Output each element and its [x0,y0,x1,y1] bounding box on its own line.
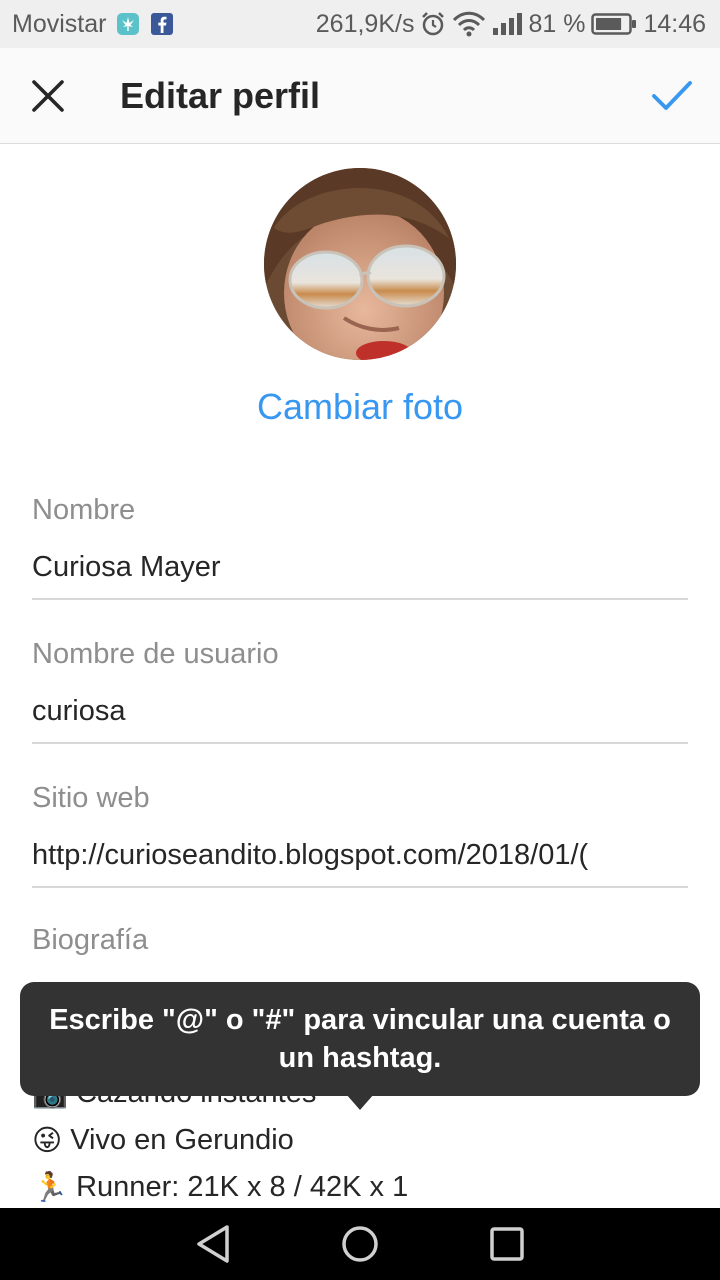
website-label: Sitio web [32,782,150,814]
name-field[interactable]: Nombre Curiosa Mayer [32,494,688,600]
clock: 14:46 [643,9,706,38]
battery-icon [591,12,637,36]
page-title: Editar perfil [120,74,321,116]
facebook-icon [150,12,174,36]
name-label: Nombre [32,494,136,526]
name-input[interactable]: Curiosa Mayer [32,551,688,584]
recents-button[interactable] [467,1208,547,1280]
signal-icon [492,12,523,36]
save-button[interactable] [624,48,720,144]
change-photo-button[interactable]: Cambiar foto [0,386,720,428]
close-icon [32,79,64,112]
recents-square-icon [489,1227,524,1261]
winking-tongue-emoji: 😜 [32,1125,63,1157]
alarm-icon [420,11,446,37]
battery-percent: 81 % [528,9,586,38]
website-input[interactable]: http://curioseandito.blogspot.com/2018/0… [32,839,688,872]
carrier-name: Movistar [12,9,107,38]
bio-line: 😜 Vivo en Gerundio [32,1117,688,1164]
bio-line-text: Vivo en Gerundio [70,1124,294,1156]
check-icon [652,80,692,110]
username-input[interactable]: curiosa [32,695,688,728]
website-field[interactable]: Sitio web http://curioseandito.blogspot.… [32,782,688,888]
home-button[interactable] [320,1208,400,1280]
back-button[interactable] [173,1208,253,1280]
avatar[interactable] [264,168,456,360]
tooltip-text: Escribe "@" o "#" para vincular una cuen… [49,1004,671,1074]
tooltip-arrow [346,1094,374,1110]
bio-line-text: Runner: 21K x 8 / 42K x 1 [76,1171,409,1203]
home-circle-icon [342,1226,378,1262]
close-button[interactable] [0,48,96,144]
network-speed: 261,9K/s [315,9,415,38]
app-bar: Editar perfil [0,48,720,144]
bio-line: 🏃 Runner: 21K x 8 / 42K x 1 [32,1164,688,1211]
username-label: Nombre de usuario [32,638,279,670]
username-field[interactable]: Nombre de usuario curiosa [32,638,688,744]
runner-emoji: 🏃 [32,1171,69,1204]
back-triangle-icon [197,1225,230,1263]
bio-label: Biografía [32,924,149,956]
system-nav-bar [0,1208,720,1280]
wifi-icon [452,11,486,37]
weed-icon [116,12,140,36]
mention-hint-tooltip: Escribe "@" o "#" para vincular una cuen… [20,982,700,1096]
status-bar: Movistar 261,9K/s 81 % 14:46 [0,0,720,48]
